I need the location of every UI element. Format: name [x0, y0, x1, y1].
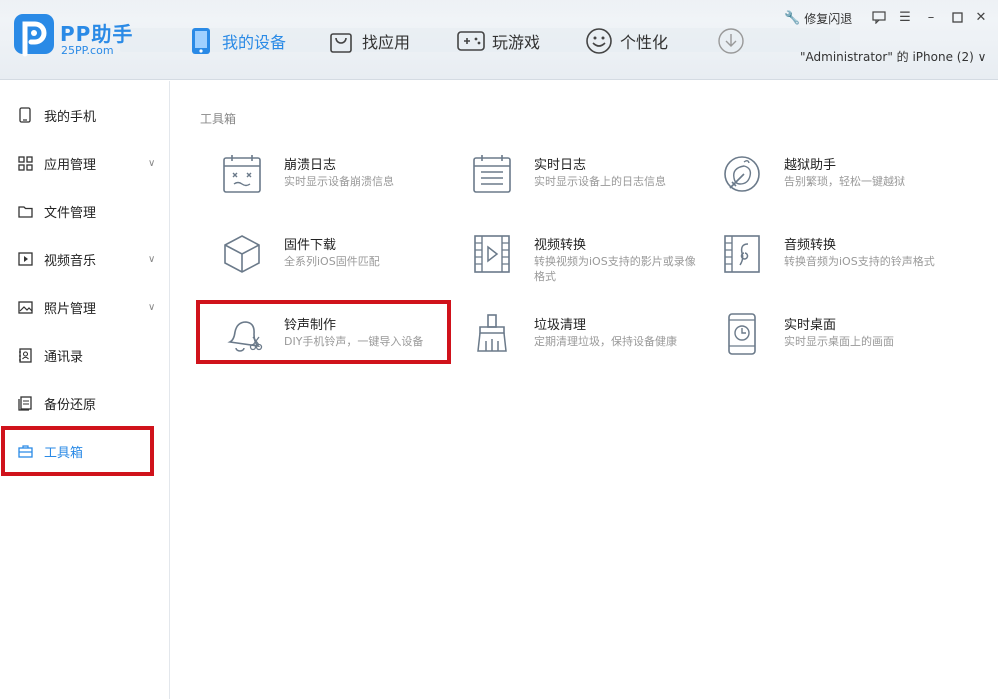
- firmware-cube-icon: [224, 235, 260, 273]
- video-convert-icon: [474, 235, 510, 273]
- close-icon[interactable]: ✕: [972, 8, 990, 26]
- repair-label: 修复闪退: [804, 12, 853, 26]
- tool-name: 实时日志: [534, 158, 587, 173]
- sidebar-item-label: 应用管理: [44, 157, 97, 173]
- sidebar-item-label: 我的手机: [44, 109, 97, 125]
- tool-name: 实时桌面: [784, 318, 837, 333]
- realtime-log-icon: [473, 155, 511, 193]
- tool-name: 越狱助手: [784, 158, 837, 173]
- section-title: 工具箱: [200, 112, 237, 126]
- sidebar-item-app-manager[interactable]: 应用管理 ∨: [0, 143, 170, 183]
- pp-logo-icon: [14, 14, 54, 57]
- nav-find-apps[interactable]: 找应用: [326, 24, 410, 58]
- sidebar-item-video-music[interactable]: 视频音乐 ∨: [0, 239, 170, 279]
- device-selector[interactable]: "Administrator" 的 iPhone (2) ∨: [800, 48, 986, 65]
- grid-icon: [16, 154, 34, 172]
- backup-icon: [16, 394, 34, 412]
- nav-label: 玩游戏: [492, 33, 541, 52]
- tool-video-convert[interactable]: 视频转换 转换视频为iOS支持的影片或录像格式: [450, 228, 696, 283]
- sidebar-item-backup-restore[interactable]: 备份还原: [0, 383, 170, 423]
- contacts-icon: [16, 346, 34, 364]
- sidebar-item-label: 视频音乐: [44, 253, 97, 269]
- photo-icon: [16, 298, 34, 316]
- toolbox-highlight-box: [1, 426, 154, 476]
- tool-desc: 转换音频为iOS支持的铃声格式: [784, 255, 935, 268]
- audio-convert-icon: [724, 235, 760, 273]
- sidebar-item-label: 照片管理: [44, 301, 97, 317]
- wrench-icon: 🔧: [784, 11, 801, 26]
- tool-name: 音频转换: [784, 238, 837, 253]
- brand-url: 25PP.com: [61, 44, 114, 57]
- tool-desc: 转换视频为iOS支持的影片或录像格式: [534, 255, 696, 283]
- nav-label: 我的设备: [222, 33, 287, 52]
- tool-desc: 实时显示桌面上的画面: [784, 335, 894, 348]
- nav-my-device[interactable]: 我的设备: [186, 24, 286, 58]
- download-icon: [716, 26, 746, 56]
- nav-games[interactable]: 玩游戏: [456, 24, 540, 58]
- sidebar-item-contacts[interactable]: 通讯录: [0, 335, 170, 375]
- tool-jailbreak[interactable]: 越狱助手 告别繁琐，轻松一键越狱: [700, 148, 940, 200]
- maximize-icon[interactable]: [948, 8, 966, 26]
- phone-outline-icon: [16, 106, 34, 124]
- menu-icon[interactable]: ☰: [896, 8, 914, 26]
- app-header: PP助手 25PP.com 我的设备 找应用 玩游戏 个性化 🔧 修复闪退 ☰ …: [0, 0, 998, 80]
- realtime-desktop-icon: [728, 313, 756, 355]
- nav-label: 找应用: [362, 33, 411, 52]
- tool-audio-convert[interactable]: 音频转换 转换音频为iOS支持的铃声格式: [700, 228, 940, 280]
- nav-download[interactable]: [716, 24, 752, 58]
- feedback-icon[interactable]: [870, 8, 888, 26]
- video-icon: [16, 250, 34, 268]
- sidebar-item-my-phone[interactable]: 我的手机: [0, 95, 170, 135]
- tool-name: 崩溃日志: [284, 158, 337, 173]
- broom-icon: [477, 314, 507, 352]
- minimize-icon[interactable]: –: [922, 8, 940, 26]
- chevron-down-icon[interactable]: ∨: [148, 302, 155, 313]
- tool-desc: 告别繁琐，轻松一键越狱: [784, 175, 905, 188]
- tool-crash-log[interactable]: 崩溃日志 实时显示设备崩溃信息: [200, 148, 440, 200]
- sidebar-item-photo-manager[interactable]: 照片管理 ∨: [0, 287, 170, 327]
- smiley-icon: [584, 26, 614, 56]
- tool-desc: 全系列iOS固件匹配: [284, 255, 380, 268]
- sidebar-item-file-manager[interactable]: 文件管理: [0, 191, 170, 231]
- tool-name: 视频转换: [534, 238, 587, 253]
- tool-desc: 定期清理垃圾，保持设备健康: [534, 335, 677, 348]
- crash-log-icon: [223, 155, 261, 193]
- brand-name: PP助手: [60, 22, 134, 46]
- tool-name: 固件下载: [284, 238, 337, 253]
- nav-personalize[interactable]: 个性化: [584, 24, 668, 58]
- ringtone-highlight-box: [196, 300, 451, 364]
- gamepad-icon: [456, 26, 486, 56]
- shopping-bag-icon: [326, 26, 356, 56]
- tool-junk-cleaner[interactable]: 垃圾清理 定期清理垃圾，保持设备健康: [450, 308, 690, 360]
- tool-realtime-log[interactable]: 实时日志 实时显示设备上的日志信息: [450, 148, 690, 200]
- jailbreak-icon: [724, 156, 760, 192]
- repair-crash-button[interactable]: 🔧 修复闪退: [784, 10, 852, 27]
- tool-desc: 实时显示设备崩溃信息: [284, 175, 394, 188]
- folder-icon: [16, 202, 34, 220]
- tool-firmware-download[interactable]: 固件下载 全系列iOS固件匹配: [200, 228, 440, 280]
- sidebar-item-label: 通讯录: [44, 349, 84, 365]
- tool-realtime-desktop[interactable]: 实时桌面 实时显示桌面上的画面: [700, 308, 940, 360]
- sidebar-item-label: 备份还原: [44, 397, 97, 413]
- sidebar: 我的手机 应用管理 ∨ 文件管理 视频音乐 ∨ 照片管理 ∨ 通讯录 备份还原 …: [0, 81, 170, 699]
- tool-desc: 实时显示设备上的日志信息: [534, 175, 666, 188]
- phone-icon: [186, 26, 216, 56]
- nav-label: 个性化: [620, 33, 669, 52]
- sidebar-item-label: 文件管理: [44, 205, 97, 221]
- chevron-down-icon[interactable]: ∨: [148, 158, 155, 169]
- tool-name: 垃圾清理: [534, 318, 587, 333]
- chevron-down-icon[interactable]: ∨: [148, 254, 155, 265]
